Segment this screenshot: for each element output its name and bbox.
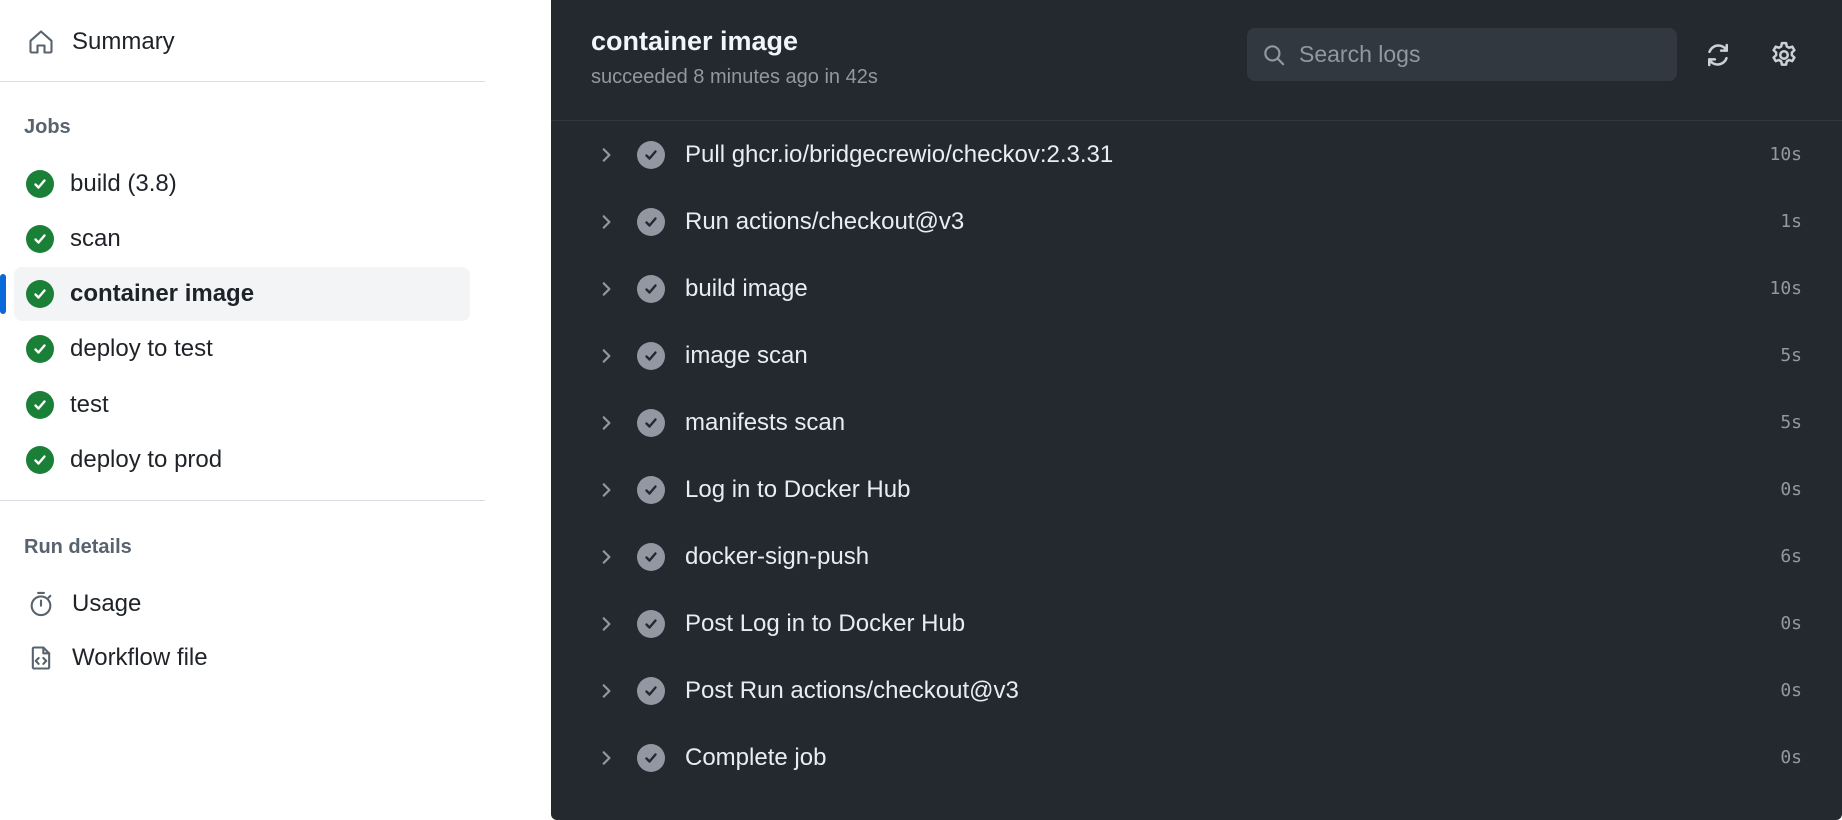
check-circle-icon	[637, 475, 665, 504]
check-circle-icon	[637, 676, 665, 705]
step-duration: 0s	[1780, 479, 1802, 500]
sidebar-item-label: Usage	[72, 590, 142, 617]
log-step[interactable]: image scan 5s	[551, 322, 1842, 389]
sidebar-item-label: Summary	[72, 28, 175, 55]
stopwatch-icon	[26, 589, 56, 619]
jobs-heading: Jobs	[24, 116, 71, 138]
sidebar-divider	[0, 81, 485, 82]
sidebar-job-scan[interactable]: scan	[0, 212, 470, 266]
check-circle-icon	[26, 225, 54, 253]
sidebar-item-label: test	[70, 391, 109, 418]
step-name: Post Run actions/checkout@v3	[685, 676, 1019, 704]
step-duration: 0s	[1780, 680, 1802, 701]
step-name: Complete job	[685, 743, 827, 771]
step-name: Post Log in to Docker Hub	[685, 609, 966, 637]
chevron-right-icon	[595, 613, 617, 635]
step-name: Run actions/checkout@v3	[685, 207, 965, 235]
run-details-heading: Run details	[24, 536, 132, 558]
sidebar-job-deploy-to-test[interactable]: deploy to test	[0, 322, 470, 376]
check-circle-icon	[637, 408, 665, 437]
step-duration: 1s	[1780, 211, 1802, 232]
sidebar-item-label: deploy to prod	[70, 446, 223, 473]
log-step[interactable]: docker-sign-push 6s	[551, 523, 1842, 590]
sidebar-item-summary[interactable]: Summary	[0, 15, 470, 69]
check-circle-icon	[637, 140, 665, 169]
chevron-right-icon	[595, 412, 617, 434]
check-circle-icon	[637, 609, 665, 638]
log-step[interactable]: Pull ghcr.io/bridgecrewio/checkov:2.3.31…	[551, 121, 1842, 188]
step-duration: 5s	[1780, 345, 1802, 366]
step-name: docker-sign-push	[685, 542, 870, 570]
check-circle-icon	[637, 274, 665, 303]
step-name: Pull ghcr.io/bridgecrewio/checkov:2.3.31	[685, 140, 1114, 168]
job-title: container image	[591, 26, 799, 56]
check-circle-icon	[26, 446, 54, 474]
check-circle-icon	[637, 542, 665, 571]
sidebar-item-workflow-file[interactable]: Workflow file	[0, 631, 470, 685]
check-circle-icon	[26, 335, 54, 363]
refresh-button[interactable]	[1701, 38, 1735, 72]
sidebar-item-label: build (3.8)	[70, 170, 177, 197]
sidebar-item-label: deploy to test	[70, 335, 213, 362]
log-step[interactable]: Run actions/checkout@v3 1s	[551, 188, 1842, 255]
step-name: image scan	[685, 341, 808, 369]
chevron-right-icon	[595, 680, 617, 702]
step-duration: 10s	[1769, 278, 1802, 299]
step-name: build image	[685, 274, 808, 302]
sidebar-job-test[interactable]: test	[0, 378, 470, 432]
chevron-right-icon	[595, 747, 617, 769]
check-circle-icon	[26, 280, 54, 308]
log-step[interactable]: manifests scan 5s	[551, 389, 1842, 456]
step-duration: 5s	[1780, 412, 1802, 433]
step-name: Log in to Docker Hub	[685, 475, 911, 503]
search-icon	[1261, 42, 1287, 68]
step-name: manifests scan	[685, 408, 846, 436]
sidebar: Summary Jobs build (3.8) scan container …	[0, 0, 485, 820]
step-duration: 6s	[1780, 546, 1802, 567]
chevron-right-icon	[595, 278, 617, 300]
step-duration: 0s	[1780, 747, 1802, 768]
log-step[interactable]: build image 10s	[551, 255, 1842, 322]
settings-button[interactable]	[1767, 38, 1801, 72]
sidebar-divider	[0, 500, 485, 501]
chevron-right-icon	[595, 144, 617, 166]
check-circle-icon	[637, 207, 665, 236]
search-logs-input[interactable]	[1299, 41, 1659, 68]
sync-icon	[1703, 40, 1733, 70]
check-circle-icon	[637, 743, 665, 772]
sidebar-job-container-image[interactable]: container image	[14, 267, 470, 321]
step-duration: 10s	[1769, 144, 1802, 165]
chevron-right-icon	[595, 546, 617, 568]
log-panel-header: container image succeeded 8 minutes ago …	[551, 0, 1842, 121]
step-duration: 0s	[1780, 613, 1802, 634]
active-indicator	[0, 274, 6, 314]
job-log-panel: container image succeeded 8 minutes ago …	[551, 0, 1842, 820]
log-step[interactable]: Complete job 0s	[551, 724, 1842, 791]
search-logs-box[interactable]	[1247, 28, 1677, 81]
log-step[interactable]: Post Run actions/checkout@v3 0s	[551, 657, 1842, 724]
chevron-right-icon	[595, 345, 617, 367]
sidebar-item-usage[interactable]: Usage	[0, 577, 470, 631]
check-circle-icon	[26, 391, 54, 419]
check-circle-icon	[637, 341, 665, 370]
gear-icon	[1769, 40, 1799, 70]
job-status-text: succeeded 8 minutes ago in 42s	[591, 66, 878, 88]
chevron-right-icon	[595, 479, 617, 501]
sidebar-item-label: Workflow file	[72, 644, 208, 671]
file-code-icon	[26, 643, 56, 673]
log-step[interactable]: Post Log in to Docker Hub 0s	[551, 590, 1842, 657]
sidebar-job-build[interactable]: build (3.8)	[0, 157, 470, 211]
log-step[interactable]: Log in to Docker Hub 0s	[551, 456, 1842, 523]
sidebar-item-label: container image	[70, 280, 255, 307]
sidebar-job-deploy-to-prod[interactable]: deploy to prod	[0, 433, 470, 487]
home-icon	[26, 27, 56, 57]
check-circle-icon	[26, 170, 54, 198]
sidebar-item-label: scan	[70, 225, 121, 252]
chevron-right-icon	[595, 211, 617, 233]
